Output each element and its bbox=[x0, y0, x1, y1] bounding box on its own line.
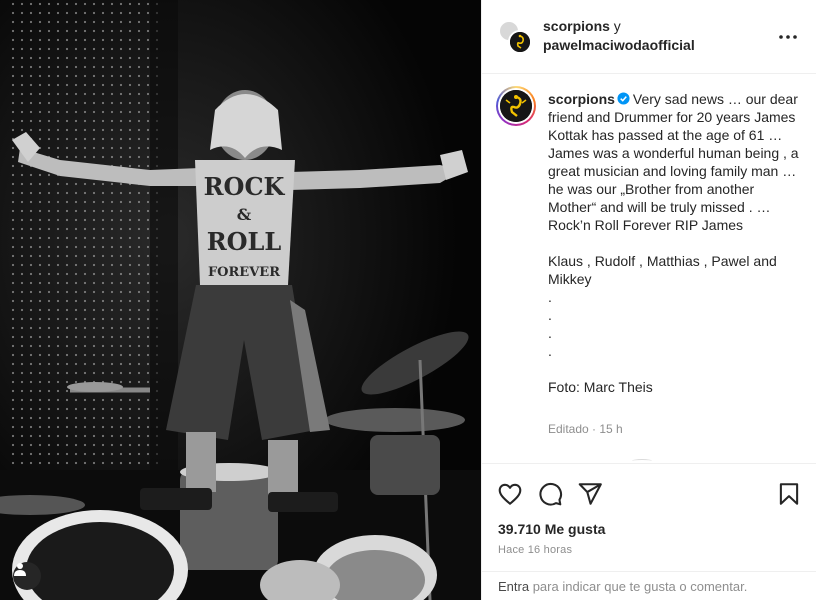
back-text-rock: ROCK bbox=[204, 172, 286, 201]
avatar-primary[interactable] bbox=[508, 30, 532, 54]
back-text-and: & bbox=[237, 205, 252, 224]
back-text-roll: ROLL bbox=[207, 227, 282, 256]
concert-photo-illustration: ROCK & ROLL FOREVER bbox=[0, 0, 481, 600]
post-timestamp[interactable]: Hace 16 horas bbox=[498, 544, 572, 556]
post-authors: scorpions y pawelmaciwodaofficial bbox=[543, 17, 695, 55]
post-photo: ROCK & ROLL FOREVER bbox=[0, 0, 481, 600]
login-link[interactable]: Entra bbox=[498, 579, 529, 594]
caption-meta: Editado · 15 h bbox=[548, 422, 623, 436]
share-button[interactable] bbox=[577, 481, 603, 507]
post-header: scorpions y pawelmaciwodaofficial bbox=[482, 0, 816, 74]
post-side-panel: scorpions y pawelmaciwodaofficial scorpi… bbox=[481, 0, 816, 600]
comment-button[interactable] bbox=[537, 481, 563, 507]
author-secondary-link[interactable]: pawelmaciwodaofficial bbox=[543, 37, 695, 53]
collab-avatars[interactable] bbox=[498, 20, 532, 56]
author-primary-link[interactable]: scorpions bbox=[543, 18, 610, 34]
verified-icon bbox=[617, 92, 630, 105]
share-icon bbox=[578, 483, 602, 505]
caption-body: Very sad news … our dear friend and Drum… bbox=[548, 91, 799, 395]
caption-username[interactable]: scorpions bbox=[548, 91, 615, 107]
login-prompt-text: para indicar que te gusta o comentar. bbox=[529, 579, 748, 594]
author-conjunction: y bbox=[613, 18, 621, 34]
user-tag-icon bbox=[14, 563, 26, 576]
post-actions: 39.710 Me gusta Hace 16 horas bbox=[482, 463, 816, 571]
save-button[interactable] bbox=[776, 481, 802, 507]
more-options-icon bbox=[779, 35, 797, 39]
bookmark-icon bbox=[779, 483, 799, 505]
like-count[interactable]: 39.710 Me gusta bbox=[498, 521, 605, 537]
login-to-comment: Entra para indicar que te gusta o coment… bbox=[482, 571, 816, 600]
more-options-button[interactable] bbox=[776, 27, 800, 47]
heart-icon bbox=[498, 483, 522, 505]
back-text-forever: FOREVER bbox=[208, 265, 280, 280]
caption-area: scorpions Very sad news … our dear friend… bbox=[482, 74, 816, 462]
comment-icon bbox=[539, 482, 563, 506]
scorpion-logo-icon bbox=[500, 90, 532, 122]
user-tag-button[interactable] bbox=[13, 562, 41, 590]
scorpion-logo-icon bbox=[510, 32, 530, 52]
caption-avatar[interactable] bbox=[496, 86, 536, 126]
like-button[interactable] bbox=[497, 481, 523, 507]
caption-text: scorpions Very sad news … our dear friend… bbox=[548, 90, 800, 396]
